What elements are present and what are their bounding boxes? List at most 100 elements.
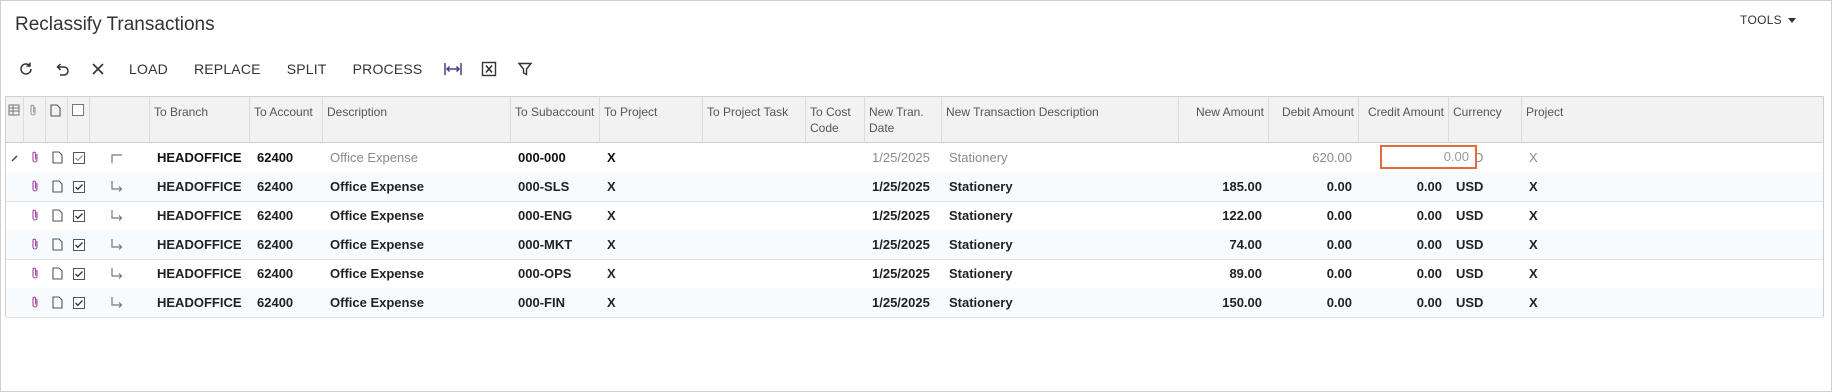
new-tran-date-cell[interactable]: 1/25/2025 (865, 172, 942, 201)
column-new-transaction-description[interactable]: New Transaction Description (942, 97, 1179, 142)
close-icon[interactable] (80, 57, 116, 81)
new-amount-cell[interactable]: 89.00 (1179, 259, 1269, 288)
to-branch-cell[interactable]: HEADOFFICE (150, 230, 250, 259)
row-selector[interactable] (6, 172, 24, 201)
to-project-cell[interactable]: X (600, 259, 703, 288)
filter-icon[interactable] (507, 57, 543, 81)
to-project-task-cell[interactable] (703, 143, 806, 172)
attachment-icon[interactable] (24, 230, 46, 259)
attachment-icon[interactable] (24, 288, 46, 317)
select-all-checkbox[interactable] (68, 97, 90, 142)
column-currency[interactable]: Currency (1449, 97, 1522, 142)
refresh-icon[interactable] (8, 57, 44, 81)
to-subaccount-cell[interactable]: 000-MKT (511, 230, 600, 259)
column-new-tran-date[interactable]: New Tran. Date (865, 97, 942, 142)
description-cell[interactable]: Office Expense (323, 201, 511, 230)
to-subaccount-cell[interactable]: 000-OPS (511, 259, 600, 288)
table-row[interactable]: HEADOFFICE 62400 Office Expense 000-OPS … (6, 259, 1823, 289)
to-project-task-cell[interactable] (703, 172, 806, 201)
to-project-cell[interactable]: X (600, 172, 703, 201)
new-tran-date-cell[interactable]: 1/25/2025 (865, 230, 942, 259)
to-cost-code-cell[interactable] (806, 201, 865, 230)
new-tran-date-cell[interactable]: 1/25/2025 (865, 143, 942, 172)
new-transaction-description-cell[interactable]: Stationery (942, 259, 1179, 288)
to-subaccount-cell[interactable]: 000-000 (511, 143, 600, 172)
description-cell[interactable]: Office Expense (323, 172, 511, 201)
new-transaction-description-cell[interactable]: Stationery (942, 230, 1179, 259)
to-project-cell[interactable]: X (600, 143, 703, 172)
row-selector[interactable] (6, 230, 24, 259)
column-to-subaccount[interactable]: To Subaccount (511, 97, 600, 142)
to-branch-cell[interactable]: HEADOFFICE (150, 201, 250, 230)
attachment-icon[interactable] (24, 143, 46, 172)
to-account-cell[interactable]: 62400 (250, 143, 323, 172)
to-cost-code-cell[interactable] (806, 288, 865, 317)
description-cell[interactable]: Office Expense (323, 143, 511, 172)
process-button[interactable]: PROCESS (340, 61, 436, 77)
to-branch-cell[interactable]: HEADOFFICE (150, 259, 250, 288)
attachment-icon[interactable] (24, 201, 46, 230)
column-settings-icon[interactable] (6, 97, 24, 142)
column-credit-amount[interactable]: Credit Amount (1359, 97, 1449, 142)
to-subaccount-cell[interactable]: 000-FIN (511, 288, 600, 317)
row-checkbox[interactable] (68, 230, 90, 259)
column-to-project[interactable]: To Project (600, 97, 703, 142)
to-cost-code-cell[interactable] (806, 259, 865, 288)
to-project-task-cell[interactable] (703, 201, 806, 230)
to-account-cell[interactable]: 62400 (250, 201, 323, 230)
table-row[interactable]: HEADOFFICE 62400 Office Expense 000-FIN … (6, 288, 1823, 318)
to-subaccount-cell[interactable]: 000-ENG (511, 201, 600, 230)
row-selector[interactable] (6, 201, 24, 230)
new-tran-date-cell[interactable]: 1/25/2025 (865, 201, 942, 230)
row-checkbox[interactable] (68, 288, 90, 317)
to-cost-code-cell[interactable] (806, 172, 865, 201)
to-project-cell[interactable]: X (600, 288, 703, 317)
note-icon[interactable] (46, 259, 68, 288)
table-row[interactable]: HEADOFFICE 62400 Office Expense 000-SLS … (6, 172, 1823, 202)
to-subaccount-cell[interactable]: 000-SLS (511, 172, 600, 201)
column-new-amount[interactable]: New Amount (1179, 97, 1269, 142)
note-icon[interactable] (46, 288, 68, 317)
new-transaction-description-cell[interactable]: Stationery (942, 143, 1179, 172)
new-transaction-description-cell[interactable]: Stationery (942, 172, 1179, 201)
new-amount-cell[interactable] (1179, 143, 1269, 172)
row-checkbox[interactable] (68, 172, 90, 201)
row-selector[interactable] (6, 259, 24, 288)
description-cell[interactable]: Office Expense (323, 230, 511, 259)
column-project[interactable]: Project (1522, 97, 1568, 142)
to-cost-code-cell[interactable] (806, 143, 865, 172)
replace-button[interactable]: REPLACE (181, 61, 274, 77)
new-tran-date-cell[interactable]: 1/25/2025 (865, 259, 942, 288)
note-icon[interactable] (46, 201, 68, 230)
attachment-icon[interactable] (24, 259, 46, 288)
table-row[interactable]: HEADOFFICE 62400 Office Expense 000-000 … (6, 143, 1823, 173)
new-tran-date-cell[interactable]: 1/25/2025 (865, 288, 942, 317)
to-account-cell[interactable]: 62400 (250, 230, 323, 259)
new-transaction-description-cell[interactable]: Stationery (942, 201, 1179, 230)
note-icon[interactable] (46, 172, 68, 201)
to-account-cell[interactable]: 62400 (250, 172, 323, 201)
to-project-cell[interactable]: X (600, 201, 703, 230)
new-amount-cell[interactable]: 150.00 (1179, 288, 1269, 317)
note-icon[interactable] (46, 230, 68, 259)
to-account-cell[interactable]: 62400 (250, 288, 323, 317)
column-description[interactable]: Description (323, 97, 511, 142)
new-transaction-description-cell[interactable]: Stationery (942, 288, 1179, 317)
new-amount-cell[interactable]: 122.00 (1179, 201, 1269, 230)
new-amount-cell[interactable]: 74.00 (1179, 230, 1269, 259)
to-cost-code-cell[interactable] (806, 230, 865, 259)
table-row[interactable]: HEADOFFICE 62400 Office Expense 000-ENG … (6, 201, 1823, 231)
row-checkbox[interactable] (68, 201, 90, 230)
description-cell[interactable]: Office Expense (323, 259, 511, 288)
to-project-task-cell[interactable] (703, 288, 806, 317)
column-to-branch[interactable]: To Branch (150, 97, 250, 142)
row-checkbox[interactable] (68, 259, 90, 288)
note-icon[interactable] (46, 143, 68, 172)
tools-menu[interactable]: TOOLS (1740, 13, 1796, 27)
to-project-task-cell[interactable] (703, 230, 806, 259)
to-branch-cell[interactable]: HEADOFFICE (150, 143, 250, 172)
undo-icon[interactable] (44, 57, 80, 81)
to-branch-cell[interactable]: HEADOFFICE (150, 288, 250, 317)
row-selector[interactable] (6, 288, 24, 317)
column-debit-amount[interactable]: Debit Amount (1269, 97, 1359, 142)
